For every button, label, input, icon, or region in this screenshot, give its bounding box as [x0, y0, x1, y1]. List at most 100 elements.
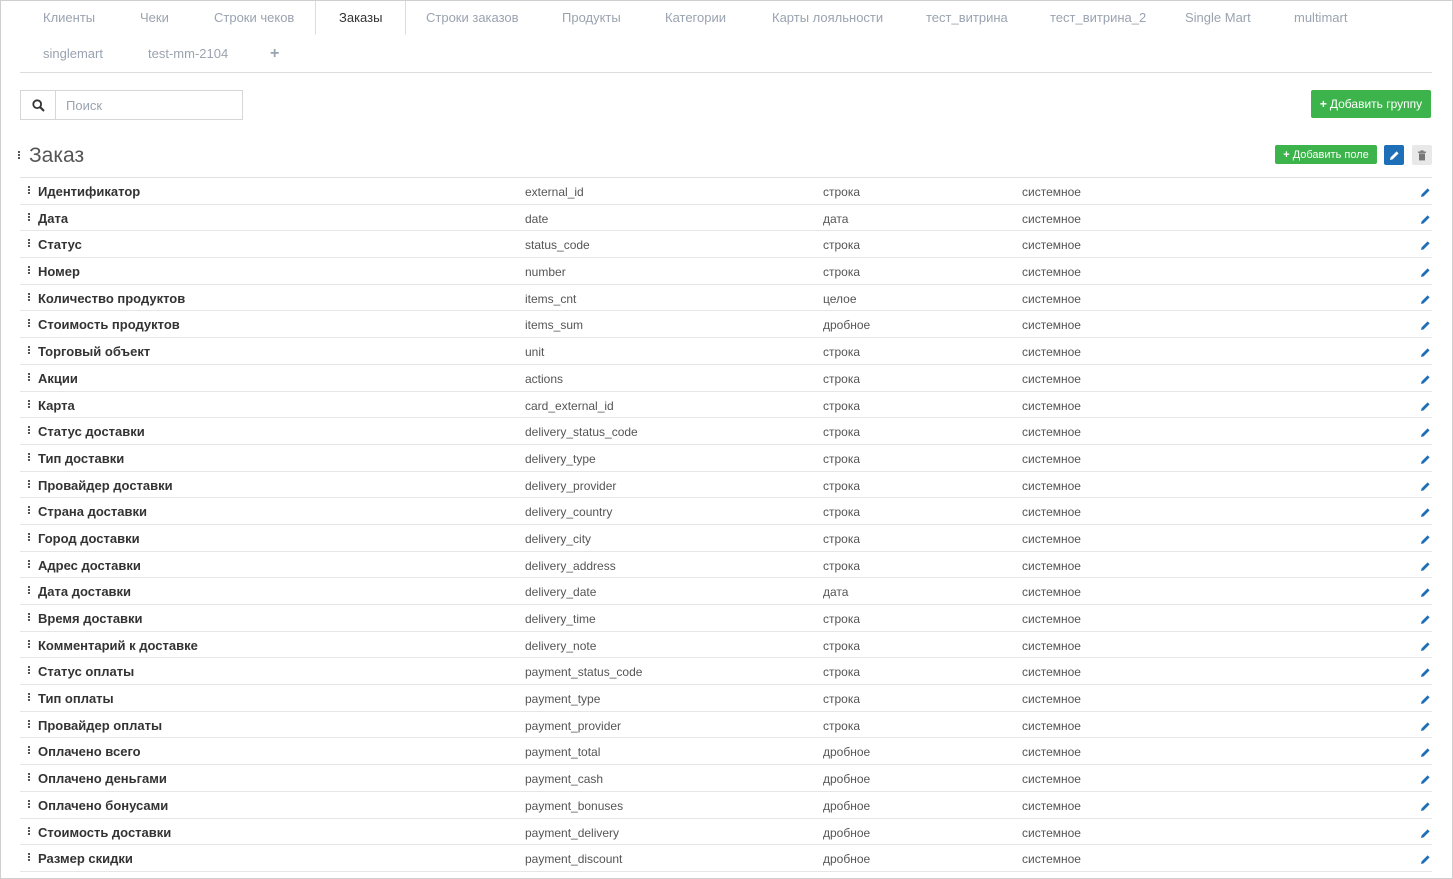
edit-field-button[interactable]	[1420, 772, 1431, 790]
field-row: Статус status_code строка системное	[20, 231, 1432, 259]
edit-field-button[interactable]	[1420, 372, 1431, 390]
drag-handle-icon[interactable]	[28, 266, 31, 275]
tab-single-mart[interactable]: Single Mart	[1162, 1, 1274, 35]
drag-handle-icon[interactable]	[28, 639, 31, 649]
edit-field-button[interactable]	[1420, 265, 1431, 283]
edit-field-button[interactable]	[1420, 719, 1431, 737]
field-row: Город доставки delivery_city строка сист…	[20, 525, 1432, 552]
tab-multimart[interactable]: multimart	[1271, 1, 1370, 35]
search-input[interactable]	[56, 91, 242, 119]
field-type: дробное	[823, 745, 871, 760]
edit-field-button[interactable]	[1420, 505, 1431, 523]
field-type: дата	[823, 211, 849, 226]
field-kind: системное	[1022, 505, 1081, 520]
drag-handle-icon[interactable]	[28, 532, 31, 542]
drag-handle-icon[interactable]	[28, 746, 31, 755]
drag-handle-icon[interactable]	[28, 559, 31, 569]
fields-table: Идентификатор external_id строка системн…	[20, 177, 1432, 872]
edit-field-button[interactable]	[1420, 826, 1431, 844]
edit-field-button[interactable]	[1420, 799, 1431, 817]
edit-field-button[interactable]	[1420, 452, 1431, 470]
drag-handle-icon[interactable]	[28, 372, 31, 382]
add-group-button[interactable]: + Добавить группу	[1311, 90, 1431, 118]
drag-handle-icon[interactable]	[28, 452, 31, 462]
pencil-icon	[1421, 348, 1430, 358]
field-key: delivery_country	[525, 505, 613, 520]
edit-field-button[interactable]	[1420, 532, 1431, 550]
pencil-icon	[1421, 188, 1430, 197]
drag-handle-icon[interactable]	[28, 613, 31, 622]
drag-handle-icon[interactable]	[28, 586, 31, 595]
edit-field-button[interactable]	[1420, 559, 1431, 577]
tab-categories[interactable]: Категории	[642, 1, 749, 35]
field-label: Торговый объект	[38, 344, 151, 360]
add-tab-button[interactable]: +	[247, 37, 302, 71]
field-label: Статус оплаты	[38, 664, 135, 680]
drag-handle-icon[interactable]	[28, 719, 31, 729]
drag-handle-icon[interactable]	[18, 151, 21, 160]
edit-field-button[interactable]	[1420, 212, 1431, 230]
pencil-icon	[1421, 241, 1430, 251]
field-key: payment_bonuses	[525, 798, 624, 813]
search-button[interactable]	[21, 91, 56, 119]
app-frame: Клиенты Чеки Строки чеков Заказы Строки …	[0, 0, 1453, 879]
field-kind: системное	[1022, 638, 1081, 653]
drag-handle-icon[interactable]	[28, 773, 31, 782]
drag-handle-icon[interactable]	[28, 346, 31, 355]
edit-field-button[interactable]	[1420, 585, 1431, 603]
edit-group-button[interactable]	[1384, 145, 1404, 165]
tab-test-mm-2104[interactable]: test-mm-2104	[125, 37, 251, 71]
drag-handle-icon[interactable]	[28, 426, 31, 435]
field-type: строка	[823, 638, 861, 653]
edit-field-button[interactable]	[1420, 318, 1431, 336]
edit-field-button[interactable]	[1420, 185, 1431, 203]
field-type: строка	[823, 665, 861, 680]
edit-field-button[interactable]	[1420, 639, 1431, 657]
field-row: Торговый объект unit строка системное	[20, 338, 1432, 365]
drag-handle-icon[interactable]	[28, 506, 31, 515]
tab-test-showcase-2[interactable]: тест_витрина_2	[1027, 1, 1169, 35]
tab-clients[interactable]: Клиенты	[20, 1, 118, 35]
tab-receipt-lines[interactable]: Строки чеков	[191, 1, 317, 35]
edit-field-button[interactable]	[1420, 692, 1431, 710]
field-row: Номер number строка системное	[20, 258, 1432, 285]
edit-field-button[interactable]	[1420, 852, 1431, 870]
drag-handle-icon[interactable]	[28, 799, 31, 809]
edit-field-button[interactable]	[1420, 292, 1431, 310]
delete-group-button[interactable]	[1412, 145, 1432, 165]
field-kind: системное	[1022, 718, 1081, 733]
tab-orders[interactable]: Заказы	[315, 1, 407, 35]
drag-handle-icon[interactable]	[28, 666, 31, 675]
drag-handle-icon[interactable]	[28, 693, 31, 702]
drag-handle-icon[interactable]	[28, 239, 31, 248]
add-field-button[interactable]: + Добавить поле	[1275, 145, 1377, 164]
drag-handle-icon[interactable]	[28, 479, 31, 489]
drag-handle-icon[interactable]	[28, 853, 31, 862]
drag-handle-icon[interactable]	[28, 319, 31, 328]
tab-order-lines[interactable]: Строки заказов	[403, 1, 542, 35]
edit-field-button[interactable]	[1420, 238, 1431, 256]
drag-handle-icon[interactable]	[28, 399, 31, 409]
edit-field-button[interactable]	[1420, 479, 1431, 497]
drag-handle-icon[interactable]	[28, 212, 31, 222]
drag-handle-icon[interactable]	[28, 292, 31, 302]
drag-handle-icon[interactable]	[28, 826, 31, 836]
field-label: Статус	[38, 237, 82, 253]
field-kind: системное	[1022, 825, 1081, 840]
edit-field-button[interactable]	[1420, 399, 1431, 417]
edit-field-button[interactable]	[1420, 425, 1431, 443]
drag-handle-icon[interactable]	[28, 186, 31, 195]
edit-field-button[interactable]	[1420, 745, 1431, 763]
field-type: строка	[823, 505, 861, 520]
tab-receipts[interactable]: Чеки	[117, 1, 192, 35]
tab-test-showcase[interactable]: тест_витрина	[903, 1, 1031, 35]
field-row: Время доставки delivery_time строка сист…	[20, 605, 1432, 632]
field-key: unit	[525, 345, 545, 360]
edit-field-button[interactable]	[1420, 345, 1431, 363]
edit-field-button[interactable]	[1420, 612, 1431, 630]
edit-field-button[interactable]	[1420, 665, 1431, 683]
tab-singlemart[interactable]: singlemart	[20, 37, 126, 71]
tab-loyalty-cards[interactable]: Карты лояльности	[749, 1, 906, 35]
pencil-icon	[1389, 150, 1399, 160]
tab-products[interactable]: Продукты	[539, 1, 644, 35]
